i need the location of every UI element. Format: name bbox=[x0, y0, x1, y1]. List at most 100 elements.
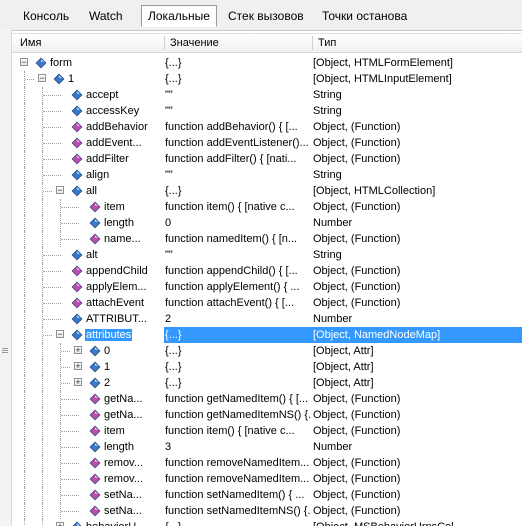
tree-row[interactable]: alt "" String bbox=[12, 247, 522, 263]
collapse-icon[interactable]: − bbox=[38, 74, 46, 83]
tree-guide-line bbox=[42, 487, 43, 503]
tree-guide-line bbox=[42, 455, 43, 471]
variable-value: {...} bbox=[165, 361, 182, 373]
variable-type: [Object, Attr] bbox=[313, 361, 374, 373]
variable-name: all bbox=[86, 185, 98, 197]
tree-guide-line bbox=[42, 407, 43, 423]
column-header-value[interactable]: Значение bbox=[164, 34, 219, 52]
tab-console[interactable]: Консоль bbox=[17, 6, 75, 26]
tree-row[interactable]: +1 {...} [Object, Attr] bbox=[12, 359, 522, 375]
tree-row[interactable]: length 3 Number bbox=[12, 439, 522, 455]
tree-row[interactable]: +0 {...} [Object, Attr] bbox=[12, 343, 522, 359]
tree-row[interactable]: remov... function removeNamedItem... Objec… bbox=[12, 455, 522, 471]
variable-type: Object, (Function) bbox=[313, 153, 401, 165]
variable-type: String bbox=[313, 169, 342, 181]
variable-name: remov... bbox=[104, 457, 143, 469]
tree-guide-line bbox=[61, 207, 79, 208]
tree-guide-line bbox=[42, 199, 43, 215]
variable-name-cell: 0 bbox=[103, 343, 111, 359]
collapse-icon[interactable]: − bbox=[56, 330, 64, 339]
variable-type: Object, (Function) bbox=[313, 297, 401, 309]
expand-icon[interactable]: + bbox=[74, 362, 82, 371]
tree-row[interactable]: accept "" String bbox=[12, 87, 522, 103]
tree-guide-line bbox=[24, 519, 25, 526]
tree-row[interactable]: +2 {...} [Object, Attr] bbox=[12, 375, 522, 391]
tree-guide-line bbox=[43, 95, 61, 96]
tree-row[interactable]: remov... function removeNamedItem... Objec… bbox=[12, 471, 522, 487]
tree-row[interactable]: addEvent... function addEventListener()..… bbox=[12, 135, 522, 151]
tab-locals[interactable]: Локальные bbox=[141, 5, 217, 27]
tab-call-stack[interactable]: Стек вызовов bbox=[222, 6, 310, 26]
variable-type: Object, (Function) bbox=[313, 505, 401, 517]
variable-name: accept bbox=[86, 89, 119, 101]
variable-value: {...} bbox=[165, 329, 182, 341]
tree-row[interactable]: accessKey "" String bbox=[12, 103, 522, 119]
tree-row[interactable]: − attributes {...} [Object, NamedNodeMap] bbox=[12, 327, 522, 343]
variable-name: 0 bbox=[104, 345, 111, 357]
tree-guide-line bbox=[24, 167, 25, 183]
tree-row[interactable]: attachEvent function attachEvent() { [...… bbox=[12, 295, 522, 311]
tree-guide-line bbox=[24, 311, 25, 327]
variable-name-cell: all bbox=[85, 183, 98, 199]
tree-guide-line bbox=[24, 471, 25, 487]
tree-row[interactable]: − 1 {...} [Object, HTMLInputElement] bbox=[12, 71, 522, 87]
tree-row[interactable]: length 0 Number bbox=[12, 215, 522, 231]
tree-row[interactable]: item function item() { [native c... Object… bbox=[12, 199, 522, 215]
tree-guide-line bbox=[43, 159, 61, 160]
collapse-icon[interactable]: − bbox=[20, 58, 28, 67]
variable-type: Object, (Function) bbox=[313, 201, 401, 213]
column-header-name[interactable]: Имя bbox=[14, 34, 41, 52]
variable-type: Object, (Function) bbox=[313, 233, 401, 245]
variable-type: Object, (Function) bbox=[313, 137, 401, 149]
tree-guide-line bbox=[24, 199, 25, 215]
variable-name-cell: item bbox=[103, 199, 126, 215]
tree-guide-line bbox=[43, 191, 52, 192]
variable-value: function item() { [native c... bbox=[165, 425, 295, 437]
variable-name: form bbox=[50, 57, 72, 69]
tree-guide-line bbox=[61, 479, 79, 480]
variable-type: [Object, Attr] bbox=[313, 377, 374, 389]
method-icon bbox=[71, 265, 83, 277]
tree-row[interactable]: − all {...} [Object, HTMLCollection] bbox=[12, 183, 522, 199]
tab-watch[interactable]: Watch bbox=[83, 6, 129, 26]
tree-row[interactable]: align "" String bbox=[12, 167, 522, 183]
tree-row[interactable]: appendChild function appendChild() { [...… bbox=[12, 263, 522, 279]
tree-row[interactable]: applyElem... function applyElement() { ..… bbox=[12, 279, 522, 295]
tree-guide-line bbox=[43, 111, 61, 112]
tree-row[interactable]: + behaviorU... {...}[Object, MSBehaviorUrn… bbox=[12, 519, 522, 526]
tree-guide-line bbox=[24, 263, 25, 279]
variable-name-cell: remov... bbox=[103, 471, 144, 487]
variable-name: 2 bbox=[104, 377, 111, 389]
tree-row[interactable]: name... function namedItem() { [n... Objec… bbox=[12, 231, 522, 247]
column-header-type[interactable]: Тип bbox=[312, 34, 336, 52]
tree-guide-line bbox=[24, 119, 25, 135]
variable-value: {...} bbox=[165, 345, 182, 357]
tree-row[interactable]: getNa... function getNamedItemNS() {... Ob… bbox=[12, 407, 522, 423]
tree-row[interactable]: setNa... function setNamedItemNS() {... Ob… bbox=[12, 503, 522, 519]
tab-breakpoints[interactable]: Точки останова bbox=[316, 6, 413, 26]
variable-name: align bbox=[86, 169, 110, 181]
property-icon bbox=[71, 329, 83, 341]
tree-row[interactable]: ATTRIBUT... 2 Number bbox=[12, 311, 522, 327]
variable-name: addFilter bbox=[86, 153, 129, 165]
variable-value: function applyElement() { ... bbox=[165, 281, 300, 293]
tree-row[interactable]: setNa... function setNamedItem() { ... Obj… bbox=[12, 487, 522, 503]
property-icon bbox=[35, 57, 47, 69]
variable-name-cell: applyElem... bbox=[85, 279, 148, 295]
tree-row[interactable]: getNa... function getNamedItem() { [... Ob… bbox=[12, 391, 522, 407]
variable-name-cell: getNa... bbox=[103, 407, 144, 423]
method-icon bbox=[89, 201, 101, 213]
tree-row[interactable]: addBehavior function addBehavior() { [...… bbox=[12, 119, 522, 135]
expand-icon[interactable]: + bbox=[74, 346, 82, 355]
expand-icon[interactable]: + bbox=[56, 522, 64, 526]
splitter-handle[interactable] bbox=[0, 30, 12, 526]
variable-name: 1 bbox=[68, 73, 75, 85]
tree-guide-line bbox=[24, 375, 25, 391]
collapse-icon[interactable]: − bbox=[56, 186, 64, 195]
tree-guide-line bbox=[42, 359, 43, 375]
tree-guide-line bbox=[24, 455, 25, 471]
tree-row[interactable]: addFilter function addFilter() { [nati...… bbox=[12, 151, 522, 167]
tree-row[interactable]: − form {...} [Object, HTMLFormElement] bbox=[12, 55, 522, 71]
expand-icon[interactable]: + bbox=[74, 378, 82, 387]
tree-row[interactable]: item function item() { [native c... Object… bbox=[12, 423, 522, 439]
